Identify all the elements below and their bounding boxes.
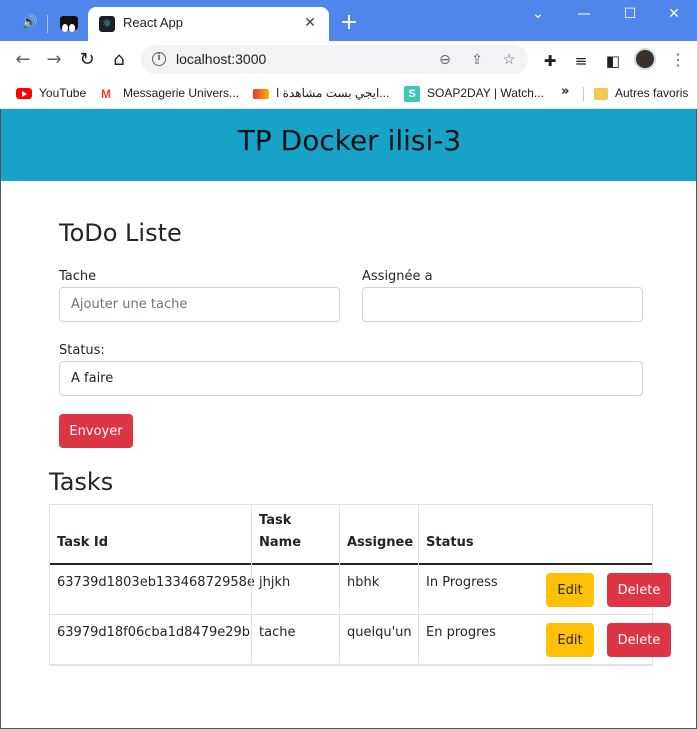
back-icon[interactable]: ← (9, 46, 37, 74)
browser-toolbar: ← → ↻ ⌂ i localhost:3000 ⊖ ⇪ ☆ ✚ ≡ ◧ ⋮ (0, 41, 697, 78)
delete-button[interactable]: Delete (607, 573, 671, 607)
table-header: Task Id Task Name Assignee Status (50, 505, 652, 565)
forward-icon[interactable]: → (40, 46, 68, 74)
bookmark-label: YouTube (39, 86, 87, 100)
assignee-input[interactable] (362, 287, 643, 322)
url-text: localhost:3000 (176, 51, 267, 67)
column-header-assignee: Assignee (347, 535, 414, 550)
submit-button[interactable]: Envoyer (59, 414, 133, 448)
column-header-status: Status (426, 535, 474, 550)
tasks-title: Tasks (49, 468, 114, 496)
cell-task-id: 63979d18f06cba1d8479e29b (57, 625, 251, 640)
media-control-icon[interactable]: ≡ (570, 50, 592, 72)
maximize-icon[interactable]: ☐ (607, 0, 653, 30)
bookmark-soap2day[interactable]: S SOAP2DAY | Watch... (404, 84, 544, 102)
more-bookmarks-chevron-icon[interactable]: » (561, 84, 569, 99)
menu-icon[interactable]: ⋮ (670, 49, 686, 71)
edit-button[interactable]: Edit (546, 623, 594, 657)
header-banner: TP Docker ilisi-3 (1, 109, 696, 181)
share-icon[interactable]: ⇪ (466, 49, 488, 71)
cell-assignee: hbhk (347, 575, 380, 590)
tab-react-app[interactable]: ⚛ React App ✕ (88, 7, 329, 41)
reload-icon[interactable]: ↻ (73, 46, 101, 74)
folder-icon (594, 87, 608, 100)
bookmark-label: ايجي بست مشاهدة ا... (276, 86, 390, 100)
bookmarks-bar: YouTube M Messagerie Univers... ايجي بست … (0, 78, 697, 109)
bookmark-messagerie[interactable]: M Messagerie Univers... (101, 84, 239, 102)
profile-avatar[interactable] (634, 48, 656, 70)
status-select[interactable]: A faire (59, 361, 643, 396)
home-icon[interactable]: ⌂ (105, 46, 133, 74)
youtube-icon (16, 88, 32, 100)
cell-task-name: tache (259, 625, 296, 640)
task-input[interactable]: Ajouter une tache (59, 287, 340, 322)
edit-button[interactable]: Edit (546, 573, 594, 607)
bookmark-other-favorites[interactable]: Autres favoris (594, 84, 688, 102)
soap2day-icon: S (404, 85, 420, 102)
bookmark-label: SOAP2DAY | Watch... (427, 86, 544, 100)
gmail-icon: M (101, 86, 111, 101)
column-divider (251, 505, 252, 663)
assignee-label: Assignée a (362, 269, 433, 284)
react-favicon-icon: ⚛ (99, 16, 115, 32)
close-window-icon[interactable]: ✕ (651, 0, 697, 30)
cell-task-name: jhjkh (259, 575, 291, 590)
close-tab-icon[interactable]: ✕ (300, 13, 320, 33)
bookmarks-divider (583, 87, 584, 101)
page-viewport: TP Docker ilisi-3 ToDo Liste Tache Ajout… (0, 109, 697, 729)
chevron-down-icon[interactable]: ⌄ (515, 0, 561, 30)
column-divider (418, 505, 419, 663)
tasks-table: Task Id Task Name Assignee Status 63739d… (49, 504, 671, 666)
tab-title: React App (123, 15, 183, 30)
tab-strip: 🔊 ⚛ React App ✕ + ⌄ — ☐ ✕ (0, 0, 697, 41)
cell-status: In Progress (426, 575, 498, 590)
zoom-icon[interactable]: ⊖ (434, 49, 456, 71)
task-label: Tache (59, 269, 97, 284)
delete-button[interactable]: Delete (607, 623, 671, 657)
cell-assignee: quelqu'un (347, 625, 412, 640)
column-header-task-id: Task Id (57, 535, 109, 550)
egybest-icon (253, 88, 269, 99)
bookmark-label: Autres favoris (615, 86, 689, 100)
medium-tab-icon[interactable] (55, 11, 83, 35)
star-icon[interactable]: ☆ (498, 49, 520, 71)
side-panel-icon[interactable]: ◧ (602, 50, 624, 72)
address-bar[interactable]: i localhost:3000 ⊖ ⇪ ☆ (141, 45, 528, 74)
tab-divider (47, 15, 48, 33)
site-info-icon[interactable]: i (152, 52, 166, 66)
bookmark-egybest[interactable]: ايجي بست مشاهدة ا... (253, 84, 389, 102)
cell-status: En progres (426, 625, 496, 640)
status-label: Status: (59, 343, 105, 358)
extensions-icon[interactable]: ✚ (539, 50, 561, 72)
speaker-icon[interactable]: 🔊 (16, 11, 44, 35)
bookmark-label: Messagerie Univers... (123, 86, 240, 100)
bookmark-youtube[interactable]: YouTube (16, 84, 86, 102)
column-header-task-name: Task Name (259, 513, 302, 550)
table-row: 63739d1803eb13346872958e jhjkh hbhk In P… (50, 565, 671, 615)
minimize-icon[interactable]: — (561, 0, 607, 30)
cell-task-id: 63739d1803eb13346872958e (57, 575, 255, 590)
table-row: 63979d18f06cba1d8479e29b tache quelqu'un… (50, 615, 671, 665)
form-title: ToDo Liste (59, 219, 182, 247)
banner-title: TP Docker ilisi-3 (237, 124, 462, 157)
column-divider (339, 505, 340, 663)
new-tab-icon[interactable]: + (338, 11, 360, 35)
